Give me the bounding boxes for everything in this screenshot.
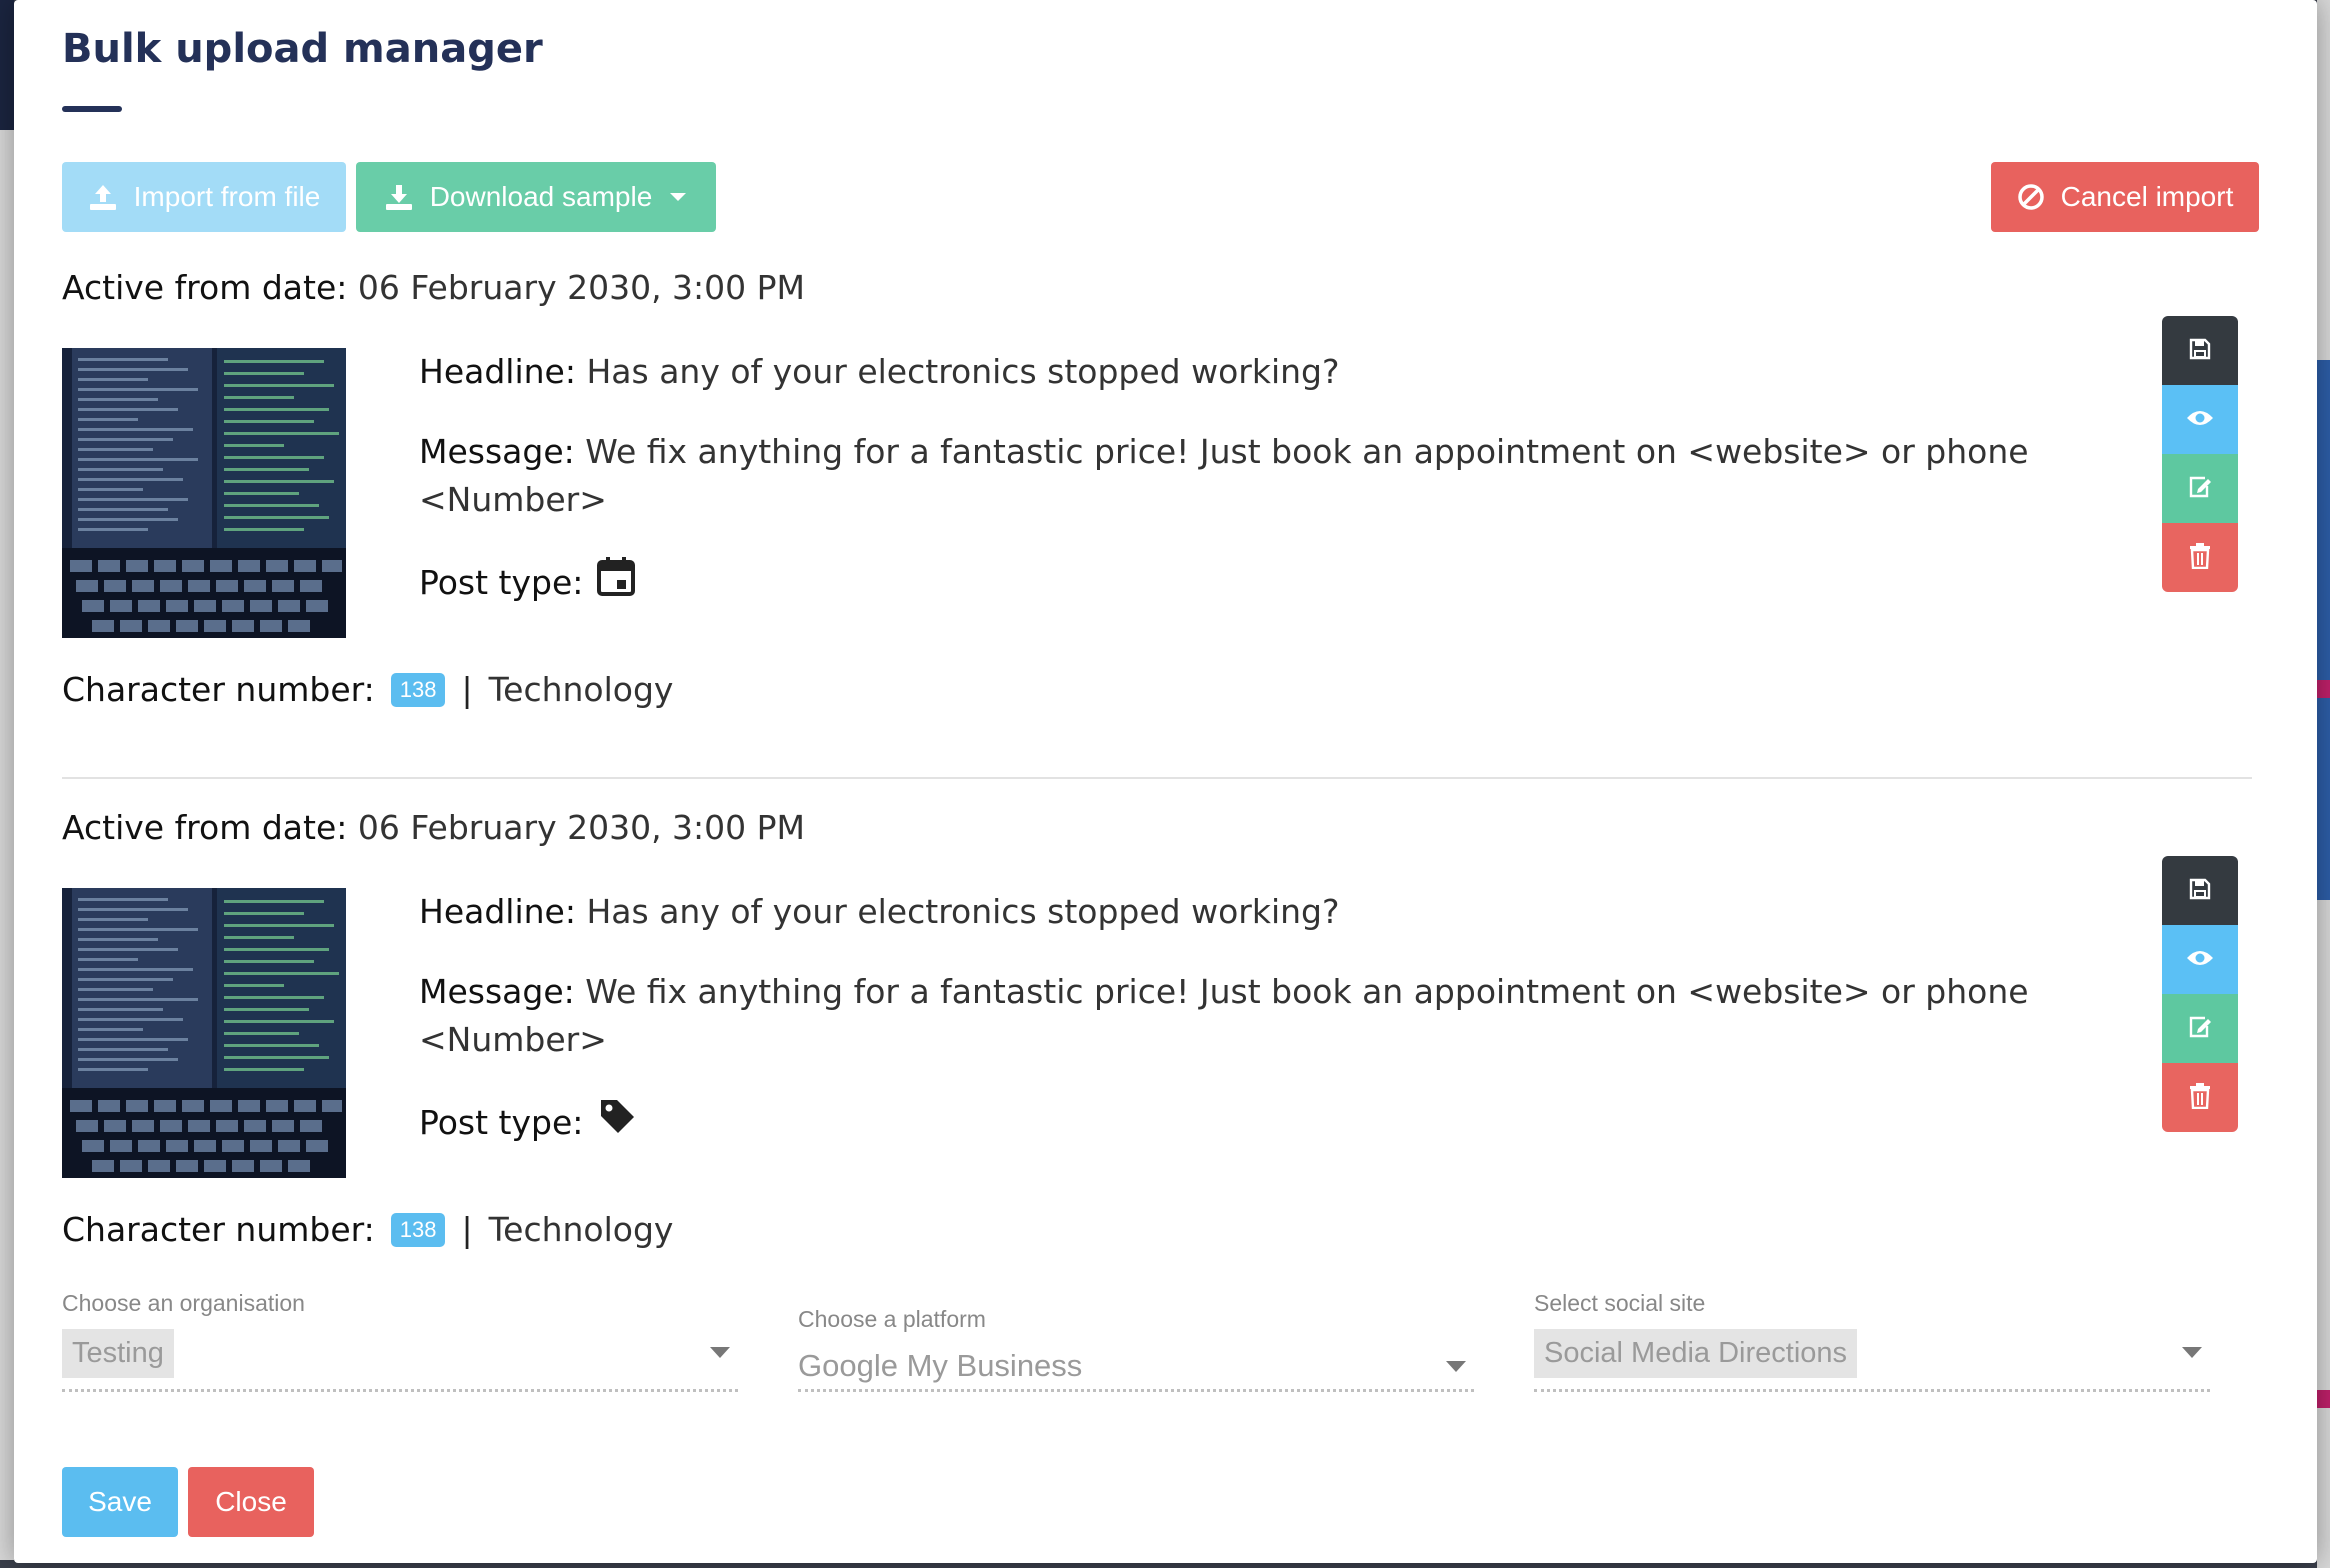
- delete-post-button[interactable]: [2162, 1063, 2238, 1132]
- active-date-label: Active from date:: [62, 268, 348, 307]
- post-actions: [2162, 856, 2238, 1132]
- character-number-label: Character number:: [62, 670, 375, 709]
- platform-select[interactable]: Choose a platform Google My Business: [798, 1306, 1474, 1392]
- post-details: Headline: Has any of your electronics st…: [419, 348, 2049, 641]
- organisation-dropdown[interactable]: Testing: [62, 1317, 738, 1392]
- upload-icon: [88, 183, 118, 211]
- social-site-select[interactable]: Select social site Social Media Directio…: [1534, 1290, 2210, 1392]
- chevron-down-icon[interactable]: [710, 1347, 730, 1358]
- floppy-disk-icon: [2188, 337, 2212, 365]
- organisation-label: Choose an organisation: [62, 1290, 305, 1316]
- organisation-value: Testing: [62, 1328, 174, 1378]
- post-thumbnail: [62, 888, 346, 1178]
- category-value: Technology: [488, 1210, 674, 1249]
- headline-label: Headline:: [419, 352, 576, 391]
- download-icon: [384, 183, 414, 211]
- background-panel: [0, 130, 14, 1560]
- headline-row: Headline: Has any of your electronics st…: [419, 888, 2049, 936]
- post-type-label: Post type:: [419, 562, 584, 602]
- background-accent: [2317, 360, 2330, 900]
- cancel-import-button[interactable]: Cancel import: [1991, 162, 2259, 232]
- edit-post-button[interactable]: [2162, 454, 2238, 523]
- active-date-label: Active from date:: [62, 808, 348, 847]
- character-count-badge: 138: [390, 672, 446, 707]
- edit-post-button[interactable]: [2162, 994, 2238, 1063]
- save-post-button[interactable]: [2162, 316, 2238, 385]
- message-label: Message:: [419, 432, 575, 471]
- chevron-down-icon[interactable]: [1446, 1361, 1466, 1372]
- post-type-label: Post type:: [419, 1102, 584, 1142]
- eye-icon: [2186, 948, 2214, 972]
- platform-label: Choose a platform: [798, 1306, 986, 1332]
- save-label: Save: [88, 1486, 152, 1517]
- social-site-value: Social Media Directions: [1534, 1328, 1858, 1378]
- background-accent-pink: [2317, 680, 2330, 698]
- close-button[interactable]: Close: [188, 1467, 314, 1537]
- eye-icon: [2186, 408, 2214, 432]
- delete-post-button[interactable]: [2162, 523, 2238, 592]
- calendar-event-icon: [597, 556, 636, 609]
- post-type-row: Post type:: [419, 556, 2049, 609]
- tag-icon: [597, 1096, 637, 1149]
- post-divider: [62, 777, 2252, 779]
- trash-icon: [2189, 542, 2211, 573]
- character-count-line: Character number: 138 | Technology: [62, 1210, 673, 1249]
- message-label: Message:: [419, 972, 575, 1011]
- post-type-row: Post type:: [419, 1096, 2049, 1149]
- active-date-value: 06 February 2030, 3:00 PM: [357, 808, 806, 847]
- modal-title: Bulk upload manager: [62, 26, 543, 72]
- title-underline: [62, 106, 122, 112]
- import-label: Import from file: [133, 181, 321, 212]
- message-row: Message: We fix anything for a fantastic…: [419, 428, 2049, 524]
- save-button[interactable]: Save: [62, 1467, 178, 1537]
- post-actions: [2162, 316, 2238, 592]
- social-site-label: Select social site: [1534, 1290, 1706, 1316]
- active-date-line: Active from date: 06 February 2030, 3:00…: [62, 808, 805, 847]
- save-post-button[interactable]: [2162, 856, 2238, 925]
- post-thumbnail: [62, 348, 346, 638]
- character-count-badge: 138: [390, 1212, 446, 1247]
- download-sample-button[interactable]: Download sample: [356, 162, 716, 232]
- character-count-line: Character number: 138 | Technology: [62, 670, 673, 709]
- preview-post-button[interactable]: [2162, 385, 2238, 454]
- chevron-down-icon[interactable]: [668, 191, 688, 203]
- platform-value: Google My Business: [798, 1348, 1083, 1383]
- preview-post-button[interactable]: [2162, 925, 2238, 994]
- separator: |: [461, 1210, 473, 1249]
- headline-value: Has any of your electronics stopped work…: [586, 352, 1340, 391]
- download-label: Download sample: [429, 181, 653, 212]
- category-value: Technology: [488, 670, 674, 709]
- message-value: We fix anything for a fantastic price! J…: [419, 972, 2029, 1059]
- post-details: Headline: Has any of your electronics st…: [419, 888, 2049, 1181]
- chevron-down-icon[interactable]: [2182, 1347, 2202, 1358]
- floppy-disk-icon: [2188, 877, 2212, 905]
- organisation-select[interactable]: Choose an organisation Testing: [62, 1290, 738, 1392]
- bulk-upload-modal: Bulk upload manager Import from file Dow…: [14, 0, 2317, 1563]
- import-from-file-button[interactable]: Import from file: [62, 162, 346, 232]
- social-site-dropdown[interactable]: Social Media Directions: [1534, 1317, 2210, 1392]
- close-label: Close: [215, 1486, 287, 1517]
- headline-value: Has any of your electronics stopped work…: [586, 892, 1340, 931]
- headline-label: Headline:: [419, 892, 576, 931]
- message-row: Message: We fix anything for a fantastic…: [419, 968, 2049, 1064]
- background-accent-pink-2: [2317, 1390, 2330, 1408]
- message-value: We fix anything for a fantastic price! J…: [419, 432, 2029, 519]
- ban-icon: [2017, 183, 2045, 211]
- separator: |: [461, 670, 473, 709]
- edit-icon: [2187, 474, 2213, 504]
- platform-dropdown[interactable]: Google My Business: [798, 1333, 1474, 1392]
- active-date-line: Active from date: 06 February 2030, 3:00…: [62, 268, 805, 307]
- headline-row: Headline: Has any of your electronics st…: [419, 348, 2049, 396]
- edit-icon: [2187, 1014, 2213, 1044]
- background-header: [0, 0, 14, 130]
- trash-icon: [2189, 1082, 2211, 1113]
- character-number-label: Character number:: [62, 1210, 375, 1249]
- cancel-label: Cancel import: [2060, 181, 2234, 212]
- active-date-value: 06 February 2030, 3:00 PM: [357, 268, 806, 307]
